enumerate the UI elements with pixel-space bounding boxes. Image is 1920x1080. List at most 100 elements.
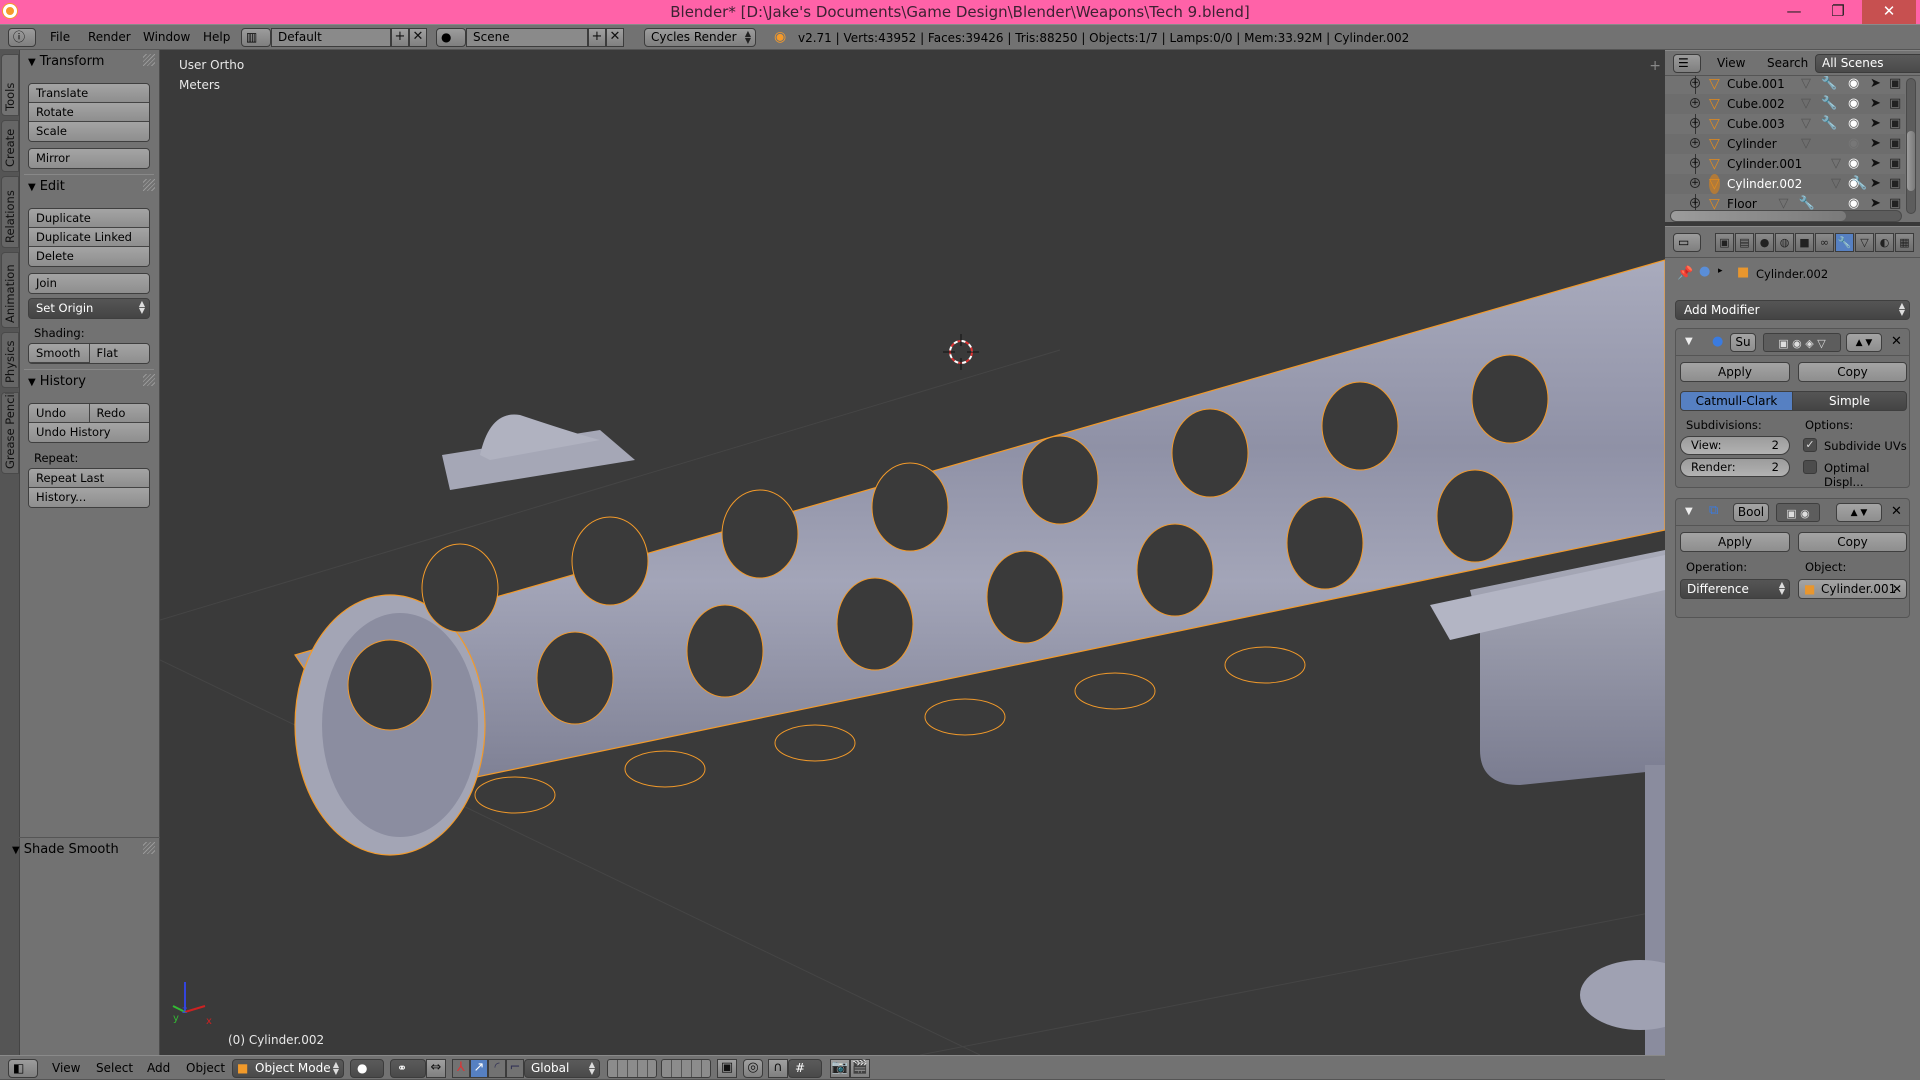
renderability-camera-icon[interactable]: ▣ (1889, 154, 1901, 174)
expand-icon[interactable]: + (1690, 178, 1700, 188)
undo-button[interactable]: Undo (29, 404, 90, 423)
expand-icon[interactable]: + (1690, 198, 1700, 208)
remove-modifier-icon[interactable]: ✕ (1891, 504, 1902, 519)
tab-texture-icon[interactable]: ▦ (1895, 233, 1914, 252)
repeat-last-button[interactable]: Repeat Last (29, 469, 149, 488)
tab-render-layers-icon[interactable]: ▤ (1735, 233, 1754, 252)
layer-buttons-2[interactable] (661, 1059, 711, 1078)
visibility-eye-icon[interactable]: ◉ (1848, 114, 1859, 134)
tab-animation[interactable]: Animation (1, 252, 19, 328)
layer-buttons-1[interactable] (607, 1059, 657, 1078)
manipulator-toggle[interactable]: ⅄ (452, 1059, 470, 1078)
optimal-display-checkbox[interactable] (1803, 460, 1817, 474)
transform-orientation-dropdown[interactable]: Global ▲ ▼ (524, 1059, 600, 1078)
object-name[interactable]: Cylinder.002 (1727, 174, 1802, 194)
editor-type-button[interactable]: ▭ (1673, 233, 1701, 252)
3d-cursor[interactable] (943, 334, 979, 370)
viewport-shading-dropdown[interactable]: ● (350, 1059, 384, 1078)
operation-dropdown[interactable]: Difference ▲ ▼ (1680, 579, 1790, 599)
menu-file[interactable]: File (50, 30, 70, 44)
add-modifier-dropdown[interactable]: Add Modifier ▲ ▼ (1675, 300, 1910, 320)
expand-icon[interactable]: + (1690, 98, 1700, 108)
tab-constraints-icon[interactable]: ∞ (1815, 233, 1834, 252)
3d-viewport[interactable]: User Ortho Meters (0) Cylinder.002 z x y… (160, 50, 1665, 1055)
expand-icon[interactable]: + (1690, 78, 1700, 88)
renderability-camera-icon[interactable]: ▣ (1889, 76, 1901, 94)
duplicate-button[interactable]: Duplicate (29, 209, 149, 228)
tab-grease-pencil[interactable]: Grease Pencil (1, 392, 19, 474)
join-button[interactable]: Join (29, 274, 149, 293)
shade-smooth-button[interactable]: Smooth (29, 344, 90, 363)
expand-icon[interactable]: + (1690, 118, 1700, 128)
menu-view[interactable]: View (52, 1061, 80, 1075)
renderability-camera-icon[interactable]: ▣ (1889, 174, 1901, 194)
expand-region-icon[interactable]: + (1649, 58, 1661, 74)
rotate-manipulator-toggle[interactable]: ◜ (488, 1059, 506, 1078)
shade-flat-button[interactable]: Flat (89, 344, 149, 363)
visibility-eye-icon[interactable]: ◉ (1848, 154, 1859, 174)
tab-world-icon[interactable]: ◍ (1775, 233, 1794, 252)
visibility-eye-icon[interactable]: ◉ (1848, 76, 1859, 94)
boolean-object-field[interactable]: ■ Cylinder.001 ✕ (1798, 579, 1907, 599)
modifier-visibility-toggles[interactable]: ▣ ◉ (1776, 503, 1820, 522)
rotate-button[interactable]: Rotate (29, 103, 149, 122)
menu-add[interactable]: Add (147, 1061, 170, 1075)
menu-window[interactable]: Window (143, 30, 190, 44)
add-layout-button[interactable]: + (391, 28, 409, 47)
scene-menu[interactable]: ● (436, 28, 466, 47)
maximize-button[interactable]: ❐ (1816, 0, 1860, 24)
expand-triangle-icon[interactable]: ▼ (1685, 506, 1693, 517)
snap-element-dropdown[interactable]: # (788, 1059, 822, 1078)
renderability-camera-icon[interactable]: ▣ (1889, 134, 1901, 154)
expand-icon[interactable]: + (1690, 138, 1700, 148)
mirror-button[interactable]: Mirror (29, 149, 149, 168)
scene-field[interactable]: Scene (466, 28, 588, 47)
scale-manipulator-toggle[interactable]: ⌐ (506, 1059, 524, 1078)
remove-modifier-icon[interactable]: ✕ (1891, 334, 1902, 349)
outliner-menu-search[interactable]: Search (1767, 56, 1808, 70)
renderability-camera-icon[interactable]: ▣ (1889, 94, 1901, 114)
selectability-cursor-icon[interactable]: ➤ (1870, 174, 1881, 194)
object-name[interactable]: Cube.003 (1727, 114, 1785, 134)
panel-header-edit[interactable]: ▼ Edit (28, 179, 65, 194)
screen-layout-field[interactable]: Default (271, 28, 391, 47)
mode-dropdown[interactable]: ■ Object Mode ▲ ▼ (232, 1059, 344, 1078)
expand-triangle-icon[interactable]: ▼ (1685, 336, 1693, 347)
delete-scene-button[interactable]: ✕ (606, 28, 624, 47)
scale-button[interactable]: Scale (29, 122, 149, 141)
tab-tools[interactable]: Tools (1, 54, 19, 116)
subdivide-uvs-checkbox[interactable]: ✓ (1803, 438, 1817, 452)
clear-object-icon[interactable]: ✕ (1892, 580, 1902, 598)
panel-header-last-operator[interactable]: ▼ Shade Smooth (12, 842, 119, 857)
outliner-hscroll[interactable] (1670, 210, 1902, 222)
outliner-menu-view[interactable]: View (1717, 56, 1745, 70)
panel-grip-icon[interactable] (143, 54, 155, 66)
expand-icon[interactable]: + (1690, 158, 1700, 168)
object-name[interactable]: Cylinder (1727, 134, 1777, 154)
tab-physics[interactable]: Physics (1, 332, 19, 388)
selectability-cursor-icon[interactable]: ➤ (1870, 76, 1881, 94)
object-name[interactable]: Cube.001 (1727, 76, 1785, 94)
pivot-point-dropdown[interactable]: ⚭ (390, 1059, 426, 1078)
visibility-eye-icon[interactable]: ◉ (1848, 174, 1859, 194)
selectability-cursor-icon[interactable]: ➤ (1870, 94, 1881, 114)
history-button[interactable]: History... (29, 488, 149, 507)
duplicate-linked-button[interactable]: Duplicate Linked (29, 228, 149, 247)
undo-history-button[interactable]: Undo History (29, 423, 149, 442)
menu-object[interactable]: Object (186, 1061, 225, 1075)
add-scene-button[interactable]: + (588, 28, 606, 47)
boolean-copy-button[interactable]: Copy (1798, 532, 1907, 552)
lock-camera-layers-button[interactable]: ▣ (717, 1059, 737, 1078)
panel-grip-icon[interactable] (143, 374, 155, 386)
renderability-camera-icon[interactable]: ▣ (1889, 114, 1901, 134)
simple-option[interactable]: Simple (1792, 391, 1907, 411)
opengl-render-image-button[interactable]: 📷 (830, 1059, 850, 1078)
delete-button[interactable]: Delete (29, 247, 149, 266)
tab-modifiers-icon[interactable]: 🔧 (1835, 233, 1854, 252)
boolean-apply-button[interactable]: Apply (1680, 532, 1790, 552)
minimize-button[interactable]: — (1772, 0, 1816, 24)
close-button[interactable]: ✕ (1862, 0, 1916, 24)
editor-type-button[interactable]: ◧ (8, 1059, 38, 1078)
tab-data-icon[interactable]: ▽ (1855, 233, 1874, 252)
delete-layout-button[interactable]: ✕ (409, 28, 427, 47)
